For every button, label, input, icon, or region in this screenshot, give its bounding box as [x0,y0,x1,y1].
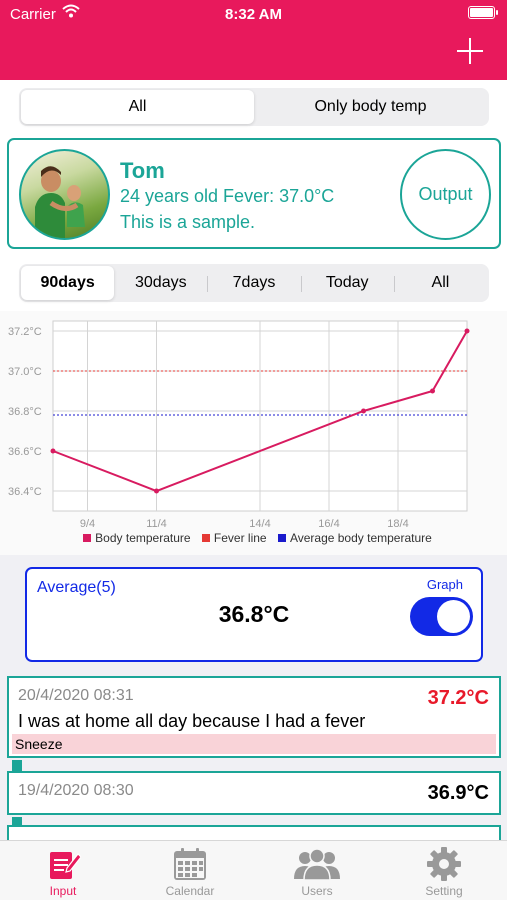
y-tick-label: 37.0°C [8,366,42,378]
x-tick-label: 9/4 [80,518,95,530]
tab-users[interactable]: Users [254,841,380,900]
record-item[interactable]: 19/4/2020 08:30 36.9°C [7,771,501,815]
timeline-connector [12,760,22,771]
profile-name: Tom [120,158,165,183]
legend-swatch-fever [201,534,210,542]
avatar [19,149,110,240]
record-symptom-tag: Sneeze [12,734,496,754]
range-option-all[interactable]: All [393,266,487,300]
output-button[interactable]: Output [400,149,491,240]
battery-icon [468,6,498,19]
data-point [464,328,470,334]
range-option-today[interactable]: Today [300,266,394,300]
data-point [50,448,56,454]
record-temperature: 36.9°C [427,782,489,804]
record-note: I was at home all day because I had a fe… [18,711,366,731]
tab-users-label: Users [301,884,333,898]
records-list: 20/4/2020 08:31 37.2°C I was at home all… [0,670,507,840]
record-date: 20/4/2020 08:31 [18,687,134,704]
users-icon [294,848,340,881]
record-item[interactable] [7,825,501,840]
record-item[interactable]: 20/4/2020 08:31 37.2°C I was at home all… [7,676,501,758]
graph-toggle[interactable] [410,597,473,636]
legend-average-temperature: Average body temperature [289,531,432,545]
x-tick-label: 11/4 [146,518,167,530]
status-bar: Carrier 8:32 AM [0,0,507,30]
legend-fever-line: Fever line [213,531,267,545]
graph-toggle-label: Graph [426,577,463,592]
tab-input-label: Input [49,884,77,898]
app-header: Carrier 8:32 AM [0,0,507,80]
range-option-90days[interactable]: 90days [21,266,115,300]
toggle-knob [437,600,470,633]
profile-info: 24 years old Fever: 37.0°C [120,186,335,206]
profile-note: This is a sample. [120,212,256,232]
range-segmented-control: 90days 30days 7days Today All [19,264,489,302]
legend-swatch-body [83,534,92,542]
profile-card[interactable]: Tom 24 years old Fever: 37.0°C This is a… [7,138,501,249]
y-tick-label: 36.8°C [8,406,42,418]
average-label: Average(5) [37,579,116,596]
legend-body-temperature: Body temperature [95,531,191,545]
record-temperature: 37.2°C [427,687,489,709]
range-option-7days[interactable]: 7days [207,266,300,300]
x-tick-label: 14/4 [249,518,270,530]
range-option-30days[interactable]: 30days [114,266,207,300]
gear-icon [427,847,461,881]
y-tick-label: 36.4°C [8,486,42,498]
tab-setting-label: Setting [425,884,463,898]
tab-calendar[interactable]: Calendar [127,841,253,900]
x-tick-label: 18/4 [387,518,408,530]
tab-bar: Input Calendar Users Setting [0,840,507,900]
plus-icon[interactable] [457,38,483,64]
data-point [154,488,159,494]
data-point [430,388,435,394]
data-point [361,408,366,414]
edit-note-icon [50,852,81,879]
average-card: Average(5) 36.8°C Graph [25,567,483,662]
filter-option-all[interactable]: All [21,90,254,124]
chart-legend: Body temperature Fever line Average body… [0,531,507,545]
record-date: 19/4/2020 08:30 [18,782,134,799]
x-tick-label: 16/4 [318,518,339,530]
temperature-chart: 36.4°C 36.6°C 36.8°C 37.0°C 37.2°C 9/4 11/4 14/… [8,320,470,530]
filter-option-body-temp[interactable]: Only body temp [254,90,487,124]
filter-segmented-control: All Only body temp [19,88,489,126]
tab-setting[interactable]: Setting [381,841,507,900]
y-tick-label: 37.2°C [8,326,42,338]
timeline-connector [12,817,22,825]
tab-calendar-label: Calendar [165,884,215,898]
y-tick-label: 36.6°C [8,446,42,458]
tab-input[interactable]: Input [0,841,126,900]
status-time: 8:32 AM [225,6,282,23]
calendar-icon [174,848,206,880]
legend-swatch-average [277,534,286,542]
